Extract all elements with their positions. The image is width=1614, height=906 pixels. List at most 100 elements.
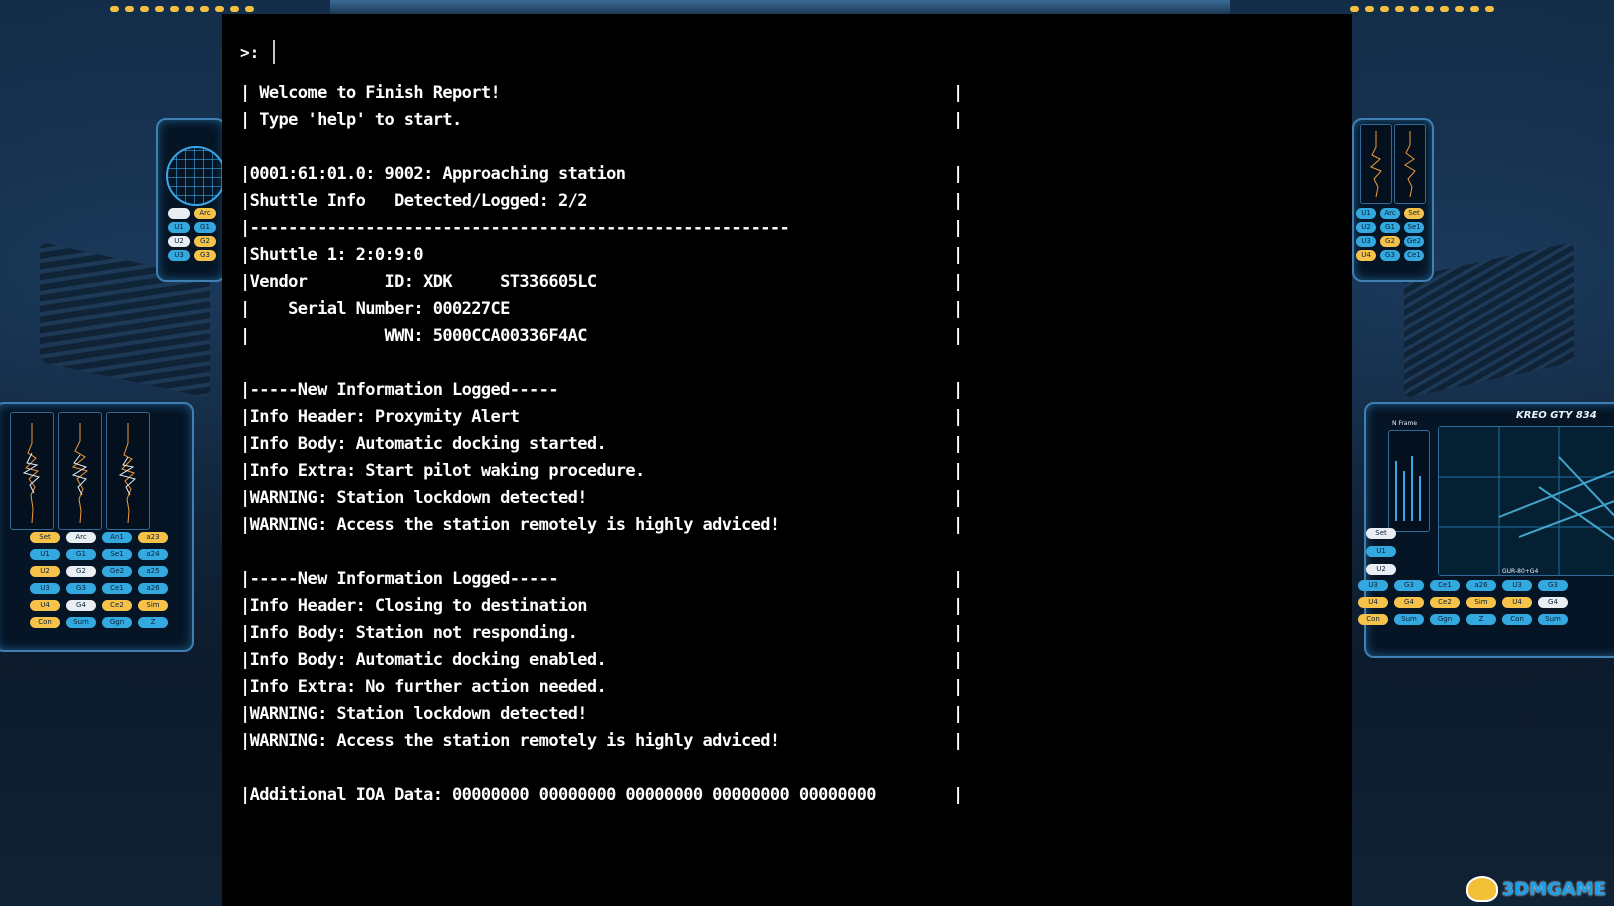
terminal-right-border: | xyxy=(953,272,964,292)
console-chip-button[interactable]: U4 xyxy=(30,600,60,611)
terminal-right-border: | xyxy=(953,434,964,454)
console-chip-button[interactable]: Z xyxy=(138,617,168,628)
console-chip-button[interactable]: U3 xyxy=(168,250,190,261)
console-chip-button[interactable]: An1 xyxy=(102,532,132,543)
console-chip-button[interactable]: U1 xyxy=(1366,546,1396,557)
console-chip-button[interactable]: G1 xyxy=(66,549,96,560)
console-chip-button[interactable]: U2 xyxy=(1366,564,1396,575)
console-chip-button[interactable]: G2 xyxy=(194,236,216,247)
console-chip-button[interactable]: U1 xyxy=(168,222,190,233)
console-chip-button[interactable]: G4 xyxy=(66,600,96,611)
console-chip-button[interactable]: Sum xyxy=(66,617,96,628)
waveform-graph xyxy=(1404,131,1416,198)
console-chip-button[interactable]: Ce1 xyxy=(1404,250,1424,261)
console-chip-button[interactable]: U3 xyxy=(1358,580,1388,591)
text-cursor[interactable] xyxy=(273,40,276,64)
console-chip-button[interactable]: Arc xyxy=(1380,208,1400,219)
waveform-scope-2 xyxy=(58,412,102,530)
terminal-right-border: | xyxy=(953,83,964,103)
console-chip-button[interactable]: U1 xyxy=(30,549,60,560)
terminal-line: |Shuttle 1: 2:0:9:0 xyxy=(240,245,424,265)
console-chip-button[interactable]: Ge2 xyxy=(1404,236,1424,247)
terminal-line: |Shuttle Info Detected/Logged: 2/2 xyxy=(240,191,587,211)
console-chip-button[interactable]: Ggn xyxy=(102,617,132,628)
terminal-line: |Info Header: Proxymity Alert xyxy=(240,407,520,427)
mascot-logo-icon xyxy=(1465,876,1498,902)
console-chip-button[interactable]: U2 xyxy=(168,236,190,247)
console-chip-button[interactable]: U3 xyxy=(1502,580,1532,591)
terminal-line: |WARNING: Station lockdown detected! xyxy=(240,704,587,724)
terminal-line: |Vendor ID: XDK ST336605LC xyxy=(240,272,597,292)
console-chip-button[interactable]: a26 xyxy=(138,583,168,594)
console-chip-button[interactable]: U2 xyxy=(30,566,60,577)
terminal-line: |Info Body: Automatic docking enabled. xyxy=(240,650,607,670)
terminal-right-border: | xyxy=(953,191,964,211)
console-chip-button[interactable]: Ce1 xyxy=(1430,580,1460,591)
console-chip-button[interactable]: Se1 xyxy=(1404,222,1424,233)
console-chip-button[interactable] xyxy=(168,208,190,219)
console-chip-button[interactable]: Con xyxy=(1502,614,1532,625)
console-chip-button[interactable]: Set xyxy=(30,532,60,543)
right-screen-frame-label: N Frame xyxy=(1392,420,1418,427)
console-chip-button[interactable]: Ce1 xyxy=(102,583,132,594)
console-chip-button[interactable]: Ge2 xyxy=(102,566,132,577)
console-chip-button[interactable]: G3 xyxy=(1380,250,1400,261)
terminal-right-border: | xyxy=(953,326,964,346)
terminal-right-border: | xyxy=(953,407,964,427)
console-chip-button[interactable]: G2 xyxy=(66,566,96,577)
console-chip-button[interactable]: Ce2 xyxy=(1430,597,1460,608)
console-chip-button[interactable]: G3 xyxy=(66,583,96,594)
terminal-window[interactable]: >: | Welcome to Finish Report! | | Type 'h… xyxy=(222,14,1352,906)
console-chip-button[interactable]: Con xyxy=(30,617,60,628)
console-chip-button[interactable]: G1 xyxy=(194,222,216,233)
console-chip-button[interactable]: Se1 xyxy=(102,549,132,560)
console-chip-button[interactable]: Z xyxy=(1466,614,1496,625)
console-chip-button[interactable]: Arc xyxy=(66,532,96,543)
terminal-right-border: | xyxy=(953,704,964,724)
console-chip-button[interactable]: a26 xyxy=(1466,580,1496,591)
console-chip-button[interactable]: G4 xyxy=(1538,597,1568,608)
console-chip-button[interactable]: Sum xyxy=(1538,614,1568,625)
terminal-line: |WARNING: Access the station remotely is… xyxy=(240,515,780,535)
console-chip-button[interactable]: Arc xyxy=(194,208,216,219)
ceiling-lights-left xyxy=(110,6,254,12)
watermark: 3DMGAME xyxy=(1465,876,1606,902)
console-chip-button[interactable]: U4 xyxy=(1358,597,1388,608)
console-chip-button[interactable]: U3 xyxy=(1356,236,1376,247)
console-chip-button[interactable]: G3 xyxy=(1394,580,1424,591)
console-chip-button[interactable]: Sim xyxy=(138,600,168,611)
right-upper-console: U1 Arc Set U2 G1 Se1 U3 G2 Ge2 U4 G3 Ce1 xyxy=(1352,118,1434,282)
console-chip-button[interactable]: Set xyxy=(1366,528,1396,539)
console-chip-button[interactable]: a24 xyxy=(138,549,168,560)
console-chip-button[interactable]: a23 xyxy=(138,532,168,543)
console-chip-button[interactable]: a25 xyxy=(138,566,168,577)
terminal-prompt-row[interactable]: >: xyxy=(240,40,276,64)
console-chip-button[interactable]: G3 xyxy=(1538,580,1568,591)
console-chip-button[interactable]: G3 xyxy=(194,250,216,261)
console-chip-button[interactable]: G4 xyxy=(1394,597,1424,608)
spectrum-graph xyxy=(1439,427,1614,575)
frame-meter xyxy=(1388,430,1430,532)
console-chip-button[interactable]: Con xyxy=(1358,614,1388,625)
console-chip-button[interactable]: Ggn xyxy=(1430,614,1460,625)
terminal-line: |WARNING: Station lockdown detected! xyxy=(240,488,587,508)
console-chip-button[interactable]: U4 xyxy=(1502,597,1532,608)
console-chip-button[interactable]: Sim xyxy=(1466,597,1496,608)
console-chip-button[interactable]: Sum xyxy=(1394,614,1424,625)
terminal-right-border: | xyxy=(953,731,964,751)
terminal-line: | Welcome to Finish Report! xyxy=(240,83,501,103)
terminal-right-border: | xyxy=(953,515,964,535)
terminal-right-border: | xyxy=(953,218,964,238)
console-chip-button[interactable]: U4 xyxy=(1356,250,1376,261)
console-chip-button[interactable]: Set xyxy=(1404,208,1424,219)
console-chip-button[interactable]: U3 xyxy=(30,583,60,594)
spectrum-display xyxy=(1438,426,1614,576)
console-chip-button[interactable]: Ce2 xyxy=(102,600,132,611)
console-chip-button[interactable]: U2 xyxy=(1356,222,1376,233)
waveform-graph xyxy=(1370,131,1382,198)
console-chip-button[interactable]: U1 xyxy=(1356,208,1376,219)
console-chip-button[interactable]: G1 xyxy=(1380,222,1400,233)
terminal-line: |WARNING: Access the station remotely is… xyxy=(240,731,780,751)
console-chip-button[interactable]: G2 xyxy=(1380,236,1400,247)
waveform-scope-r2 xyxy=(1394,124,1426,204)
